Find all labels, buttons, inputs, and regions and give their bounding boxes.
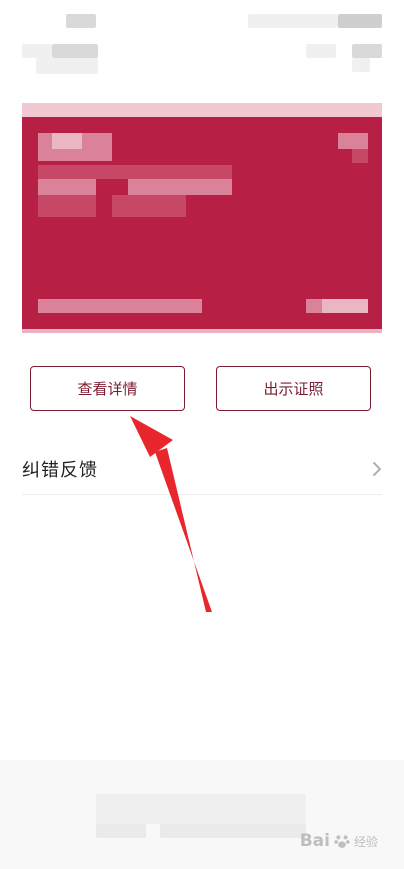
mosaic-block	[352, 44, 382, 58]
card-mosaic-block	[128, 179, 232, 195]
paw-icon	[334, 835, 350, 848]
mosaic-block	[96, 794, 306, 824]
mosaic-block	[248, 14, 338, 28]
card-mosaic-block	[82, 133, 112, 149]
card-mosaic-block	[38, 179, 96, 195]
card-mosaic-block	[322, 299, 368, 313]
card-mosaic-block	[38, 195, 96, 217]
card-mosaic-block	[112, 195, 186, 217]
watermark-brand: Bai	[299, 831, 330, 851]
baidu-watermark: Bai 经验	[300, 831, 378, 851]
feedback-label: 纠错反馈	[22, 460, 98, 481]
bottom-mosaic-area	[0, 760, 404, 869]
card-mosaic-block	[306, 299, 322, 313]
divider	[22, 494, 382, 495]
card-mosaic-block	[112, 165, 232, 179]
card-top-stripe	[22, 103, 382, 117]
card-mosaic-block	[52, 133, 82, 149]
mosaic-block	[22, 44, 52, 58]
card-mosaic-block	[38, 133, 52, 149]
card-mosaic-block	[38, 299, 202, 313]
show-certificate-button[interactable]: 出示证照	[216, 366, 371, 411]
mosaic-block	[36, 58, 98, 74]
card-mosaic-block	[38, 149, 112, 161]
mosaic-block	[352, 58, 370, 72]
card-mosaic-block	[352, 149, 368, 163]
view-details-button[interactable]: 查看详情	[30, 366, 185, 411]
mosaic-block	[338, 14, 382, 28]
chevron-right-icon	[370, 460, 384, 478]
mosaic-block	[306, 44, 336, 58]
mosaic-block	[52, 44, 98, 58]
mosaic-block	[160, 824, 306, 838]
mosaic-block	[96, 824, 146, 838]
card-mosaic-block	[338, 133, 368, 149]
watermark-suffix: 经验	[353, 834, 378, 849]
card-bottom-stripe	[22, 329, 382, 333]
mosaic-block	[66, 14, 96, 28]
feedback-row[interactable]: 纠错反馈	[22, 446, 384, 492]
certificate-card[interactable]	[22, 103, 382, 333]
header-mosaic	[0, 0, 404, 100]
card-mosaic-block	[38, 165, 112, 179]
